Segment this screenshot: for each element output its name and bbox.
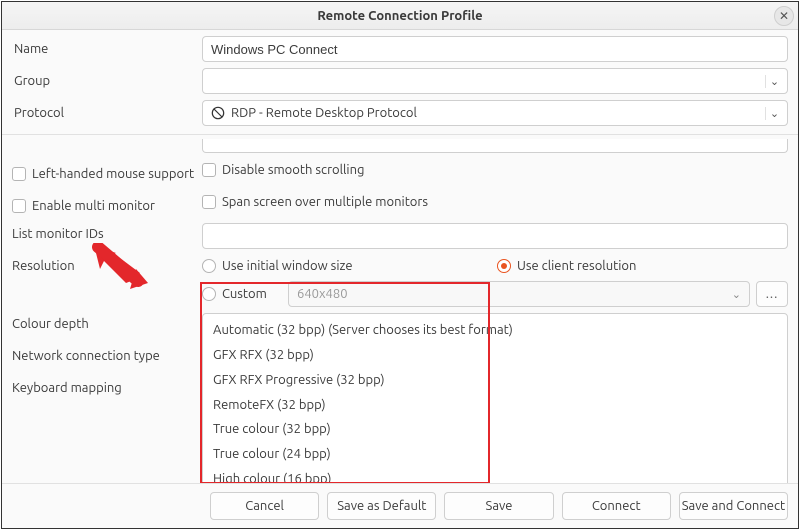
left-handed-checkbox[interactable]: Left-handed mouse support — [12, 163, 202, 185]
resolution-label: Resolution — [12, 255, 202, 273]
colour-depth-option[interactable]: High colour (16 bpp) — [203, 467, 787, 483]
save-connect-button[interactable]: Save and Connect — [679, 492, 788, 520]
list-monitor-input[interactable] — [202, 223, 788, 249]
radio-icon — [497, 259, 511, 273]
colour-depth-listbox[interactable]: Automatic (32 bpp) (Server chooses its b… — [202, 313, 788, 483]
cancel-button[interactable]: Cancel — [210, 492, 319, 520]
top-section: Name Group ⌄ Protocol RDP - Rem — [2, 30, 798, 135]
protocol-value: RDP - Remote Desktop Protocol — [231, 106, 765, 120]
colour-depth-option[interactable]: Automatic (32 bpp) (Server chooses its b… — [203, 318, 787, 343]
save-default-button[interactable]: Save as Default — [327, 492, 436, 520]
radio-icon — [202, 287, 216, 301]
radio-initial-label: Use initial window size — [222, 259, 353, 273]
radio-initial-window[interactable]: Use initial window size — [202, 255, 493, 277]
window-title: Remote Connection Profile — [2, 9, 798, 23]
group-label: Group — [12, 74, 202, 88]
radio-client-resolution[interactable]: Use client resolution — [497, 255, 788, 277]
custom-resolution-combo[interactable]: 640x480 ⌄ — [288, 281, 750, 307]
radio-custom-label: Custom — [222, 287, 267, 301]
keyboard-mapping-label: Keyboard mapping — [12, 381, 202, 395]
colour-depth-option[interactable]: GFX RFX Progressive (32 bpp) — [203, 368, 787, 393]
cancel-label: Cancel — [245, 499, 284, 513]
radio-custom[interactable]: Custom — [202, 283, 282, 305]
list-monitor-label: List monitor IDs — [12, 223, 202, 241]
span-screen-checkbox[interactable]: Span screen over multiple monitors — [202, 191, 788, 213]
colour-depth-option[interactable]: True colour (32 bpp) — [203, 417, 787, 442]
protocol-label: Protocol — [12, 106, 202, 120]
save-default-label: Save as Default — [337, 499, 426, 513]
group-combo[interactable]: ⌄ — [202, 68, 788, 94]
radio-client-label: Use client resolution — [517, 259, 636, 273]
rdp-icon — [211, 106, 225, 120]
disable-smooth-label: Disable smooth scrolling — [222, 163, 364, 177]
chevron-down-icon: ⌄ — [765, 107, 787, 120]
mid-section: Left-handed mouse support Disable smooth… — [2, 135, 798, 483]
connect-label: Connect — [592, 499, 641, 513]
span-screen-label: Span screen over multiple monitors — [222, 195, 428, 209]
save-connect-label: Save and Connect — [682, 499, 785, 513]
colour-depth-label: Colour depth — [12, 317, 202, 331]
clipped-input[interactable] — [202, 139, 788, 153]
button-bar: Cancel Save as Default Save Connect Save… — [2, 483, 798, 528]
colour-depth-option[interactable]: True colour (24 bpp) — [203, 442, 787, 467]
enable-multi-checkbox[interactable]: Enable multi monitor — [12, 195, 202, 217]
colour-depth-option[interactable]: GFX RFX (32 bpp) — [203, 343, 787, 368]
checkbox-icon — [202, 163, 216, 177]
checkbox-icon — [12, 199, 26, 213]
chevron-down-icon: ⌄ — [732, 288, 741, 301]
connect-button[interactable]: Connect — [562, 492, 671, 520]
name-label: Name — [12, 42, 202, 56]
titlebar: Remote Connection Profile ✕ — [2, 2, 798, 30]
save-button[interactable]: Save — [444, 492, 553, 520]
save-label: Save — [486, 499, 513, 513]
disable-smooth-checkbox[interactable]: Disable smooth scrolling — [202, 159, 788, 181]
left-handed-label: Left-handed mouse support — [32, 167, 194, 181]
close-icon: ✕ — [779, 9, 789, 23]
close-button[interactable]: ✕ — [774, 6, 794, 26]
colour-depth-option[interactable]: RemoteFX (32 bpp) — [203, 393, 787, 418]
enable-multi-label: Enable multi monitor — [32, 199, 155, 213]
checkbox-icon — [202, 195, 216, 209]
chevron-down-icon: ⌄ — [765, 75, 787, 88]
protocol-combo[interactable]: RDP - Remote Desktop Protocol ⌄ — [202, 100, 788, 126]
custom-resolution-value: 640x480 — [297, 287, 348, 301]
resolution-more-button[interactable]: ... — [756, 281, 788, 307]
name-input[interactable] — [202, 36, 788, 62]
network-type-label: Network connection type — [12, 349, 202, 363]
buttonbar-spacer — [12, 492, 202, 520]
radio-icon — [202, 259, 216, 273]
ellipsis-icon: ... — [766, 287, 779, 301]
checkbox-icon — [12, 167, 26, 181]
window: Remote Connection Profile ✕ Name Group ⌄… — [1, 1, 799, 529]
